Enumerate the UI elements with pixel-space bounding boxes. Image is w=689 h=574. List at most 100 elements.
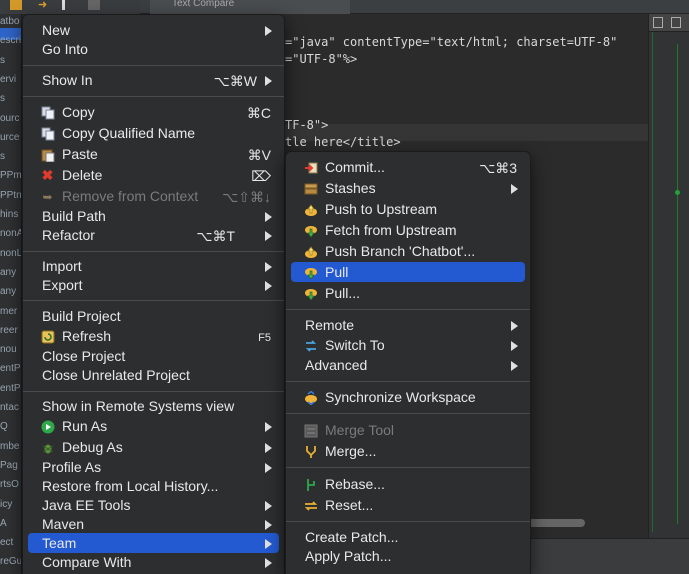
project-tree-item[interactable]: nonA <box>0 228 21 239</box>
menu-item-switch-to[interactable]: Switch To <box>291 335 525 355</box>
project-tree-item[interactable]: any <box>0 267 21 278</box>
menu-item-commit[interactable]: Commit... ⌥⌘3 <box>291 157 525 177</box>
project-tree-item[interactable]: hins <box>0 209 21 220</box>
project-tree-item[interactable]: entP <box>0 363 21 374</box>
toolbar-icon[interactable] <box>62 0 65 10</box>
copy-left-icon[interactable] <box>653 17 663 28</box>
menu-item-debug-as[interactable]: Debug As <box>28 437 279 457</box>
submenu-arrow-icon <box>265 26 272 36</box>
menu-item-label: Java EE Tools <box>42 497 131 513</box>
menu-item-label: Show in Remote Systems view <box>42 398 235 414</box>
menu-item-export[interactable]: Export <box>28 275 279 295</box>
project-tree-item[interactable]: s <box>0 93 21 104</box>
project-tree-item[interactable]: mer <box>0 306 21 317</box>
menu-separator <box>23 65 284 66</box>
menu-item-compare-with[interactable]: Compare With <box>28 552 279 572</box>
menu-item-rebase[interactable]: Rebase... <box>291 474 525 494</box>
project-tree-item[interactable]: icy <box>0 499 21 510</box>
menu-item-label: Team <box>42 535 77 551</box>
menu-item-new[interactable]: New <box>28 20 279 40</box>
menu-item-run-as[interactable]: Run As <box>28 416 279 436</box>
menu-item-fetch-from-upstream[interactable]: Fetch from Upstream <box>291 220 525 240</box>
menu-item-close-unrelated-project[interactable]: Close Unrelated Project <box>28 365 279 385</box>
project-tree-item[interactable]: any <box>0 286 21 297</box>
project-tree-item[interactable]: Pag <box>0 460 21 471</box>
menu-item-build-project[interactable]: Build Project <box>28 306 279 326</box>
project-tree-item[interactable]: ourc <box>0 113 21 124</box>
toolbar-icon[interactable] <box>88 0 100 10</box>
menu-item-restore-from-local-history[interactable]: Restore from Local History... <box>28 476 279 496</box>
project-tree-item[interactable]: entP <box>0 383 21 394</box>
menu-item-show-in-remote-systems[interactable]: Show in Remote Systems view <box>28 396 279 416</box>
diff-marker[interactable] <box>675 190 680 195</box>
project-tree-item[interactable]: atbo <box>0 16 21 27</box>
project-tree-item[interactable]: nonL <box>0 248 21 259</box>
menu-item-show-in[interactable]: Show In ⌥⌘W <box>28 70 279 90</box>
project-explorer[interactable]: atbo escri s ervi s ourc urce s PPm PPtn hins nonA n… <box>0 14 22 574</box>
menu-item-refresh[interactable]: Refresh F5 <box>28 326 279 346</box>
menu-item-remove-from-context[interactable]: ➥ Remove from Context ⌥⇧⌘↓ <box>28 186 279 206</box>
project-tree-item[interactable]: urce <box>0 132 21 143</box>
menu-item-maven[interactable]: Maven <box>28 514 279 534</box>
menu-item-merge-tool[interactable]: Merge Tool <box>291 420 525 440</box>
code-line: ="UTF-8"%> <box>285 51 358 66</box>
menu-item-build-path[interactable]: Build Path <box>28 206 279 226</box>
menu-item-profile-as[interactable]: Profile As <box>28 457 279 477</box>
menu-item-stashes[interactable]: Stashes <box>291 178 525 198</box>
menu-item-paste[interactable]: Paste ⌘V <box>28 144 279 164</box>
menu-item-delete[interactable]: ✖ Delete ⌦ <box>28 165 279 185</box>
project-tree-item[interactable]: ect <box>0 537 21 548</box>
menu-item-push-to-upstream[interactable]: Push to Upstream <box>291 199 525 219</box>
menu-item-create-patch[interactable]: Create Patch... <box>291 527 525 547</box>
project-tree-item[interactable]: reGu <box>0 556 21 567</box>
menu-item-java-ee-tools[interactable]: Java EE Tools <box>28 495 279 515</box>
menu-item-copy[interactable]: Copy ⌘C <box>28 102 279 122</box>
context-menu: New Go Into Show In ⌥⌘W Copy ⌘C Copy Qua… <box>22 14 285 574</box>
copy-right-icon[interactable] <box>671 17 681 28</box>
tab-text-compare[interactable]: Text Compare <box>150 0 350 14</box>
project-tree-item[interactable]: nou <box>0 344 21 355</box>
tab-label: Text Compare <box>172 0 235 9</box>
menu-item-advanced[interactable]: Advanced <box>291 355 525 375</box>
menu-item-push-branch[interactable]: Push Branch 'Chatbot'... <box>291 241 525 261</box>
project-tree-item[interactable]: PPtn <box>0 190 21 201</box>
project-tree-item[interactable]: s <box>0 151 21 162</box>
menu-item-apply-patch[interactable]: Apply Patch... <box>291 546 525 566</box>
forward-arrow-icon[interactable]: ➜ <box>38 0 50 11</box>
menu-item-reset[interactable]: Reset... <box>291 495 525 515</box>
project-tree-item[interactable]: reer <box>0 325 21 336</box>
menu-item-pull-dialog[interactable]: Pull... <box>291 283 525 303</box>
project-tree-item[interactable]: rtsO <box>0 479 21 490</box>
project-tree-item[interactable]: A <box>0 518 21 529</box>
menu-item-close-project[interactable]: Close Project <box>28 346 279 366</box>
project-tree-item[interactable]: ntac <box>0 402 21 413</box>
reset-icon <box>303 498 318 513</box>
menu-item-copy-qualified-name[interactable]: Copy Qualified Name <box>28 123 279 143</box>
menu-item-team[interactable]: Team <box>28 533 279 553</box>
menu-item-go-into[interactable]: Go Into <box>28 39 279 59</box>
project-tree-item[interactable]: mbe <box>0 441 21 452</box>
menu-item-remote[interactable]: Remote <box>291 315 525 335</box>
menu-item-label: Show In <box>42 72 93 88</box>
menu-item-refactor[interactable]: Refactor ⌥⌘T <box>28 225 279 245</box>
project-tree-item[interactable]: PPm <box>0 170 21 181</box>
menu-item-import[interactable]: Import <box>28 256 279 276</box>
menu-separator <box>286 413 530 414</box>
project-tree-item[interactable]: Q <box>0 421 21 432</box>
project-tree-item[interactable]: ervi <box>0 74 21 85</box>
project-tree-item[interactable]: escri <box>0 35 21 46</box>
menu-item-label: Synchronize Workspace <box>325 389 476 405</box>
refresh-icon <box>40 329 55 344</box>
menu-item-label: Build Project <box>42 308 121 324</box>
menu-item-shortcut: ⌥⌘3 <box>479 160 517 176</box>
horizontal-scrollbar[interactable] <box>525 519 585 527</box>
pull-icon <box>303 265 318 280</box>
menu-item-synchronize-workspace[interactable]: Synchronize Workspace <box>291 387 525 407</box>
menu-separator <box>23 96 284 97</box>
menu-item-merge[interactable]: Merge... <box>291 441 525 461</box>
menu-item-pull[interactable]: Pull <box>291 262 525 282</box>
submenu-arrow-icon <box>265 212 272 222</box>
toolbar-icon[interactable] <box>10 0 22 10</box>
menu-item-shortcut: ⌥⌘W <box>213 73 257 89</box>
project-tree-item[interactable]: s <box>0 55 21 66</box>
